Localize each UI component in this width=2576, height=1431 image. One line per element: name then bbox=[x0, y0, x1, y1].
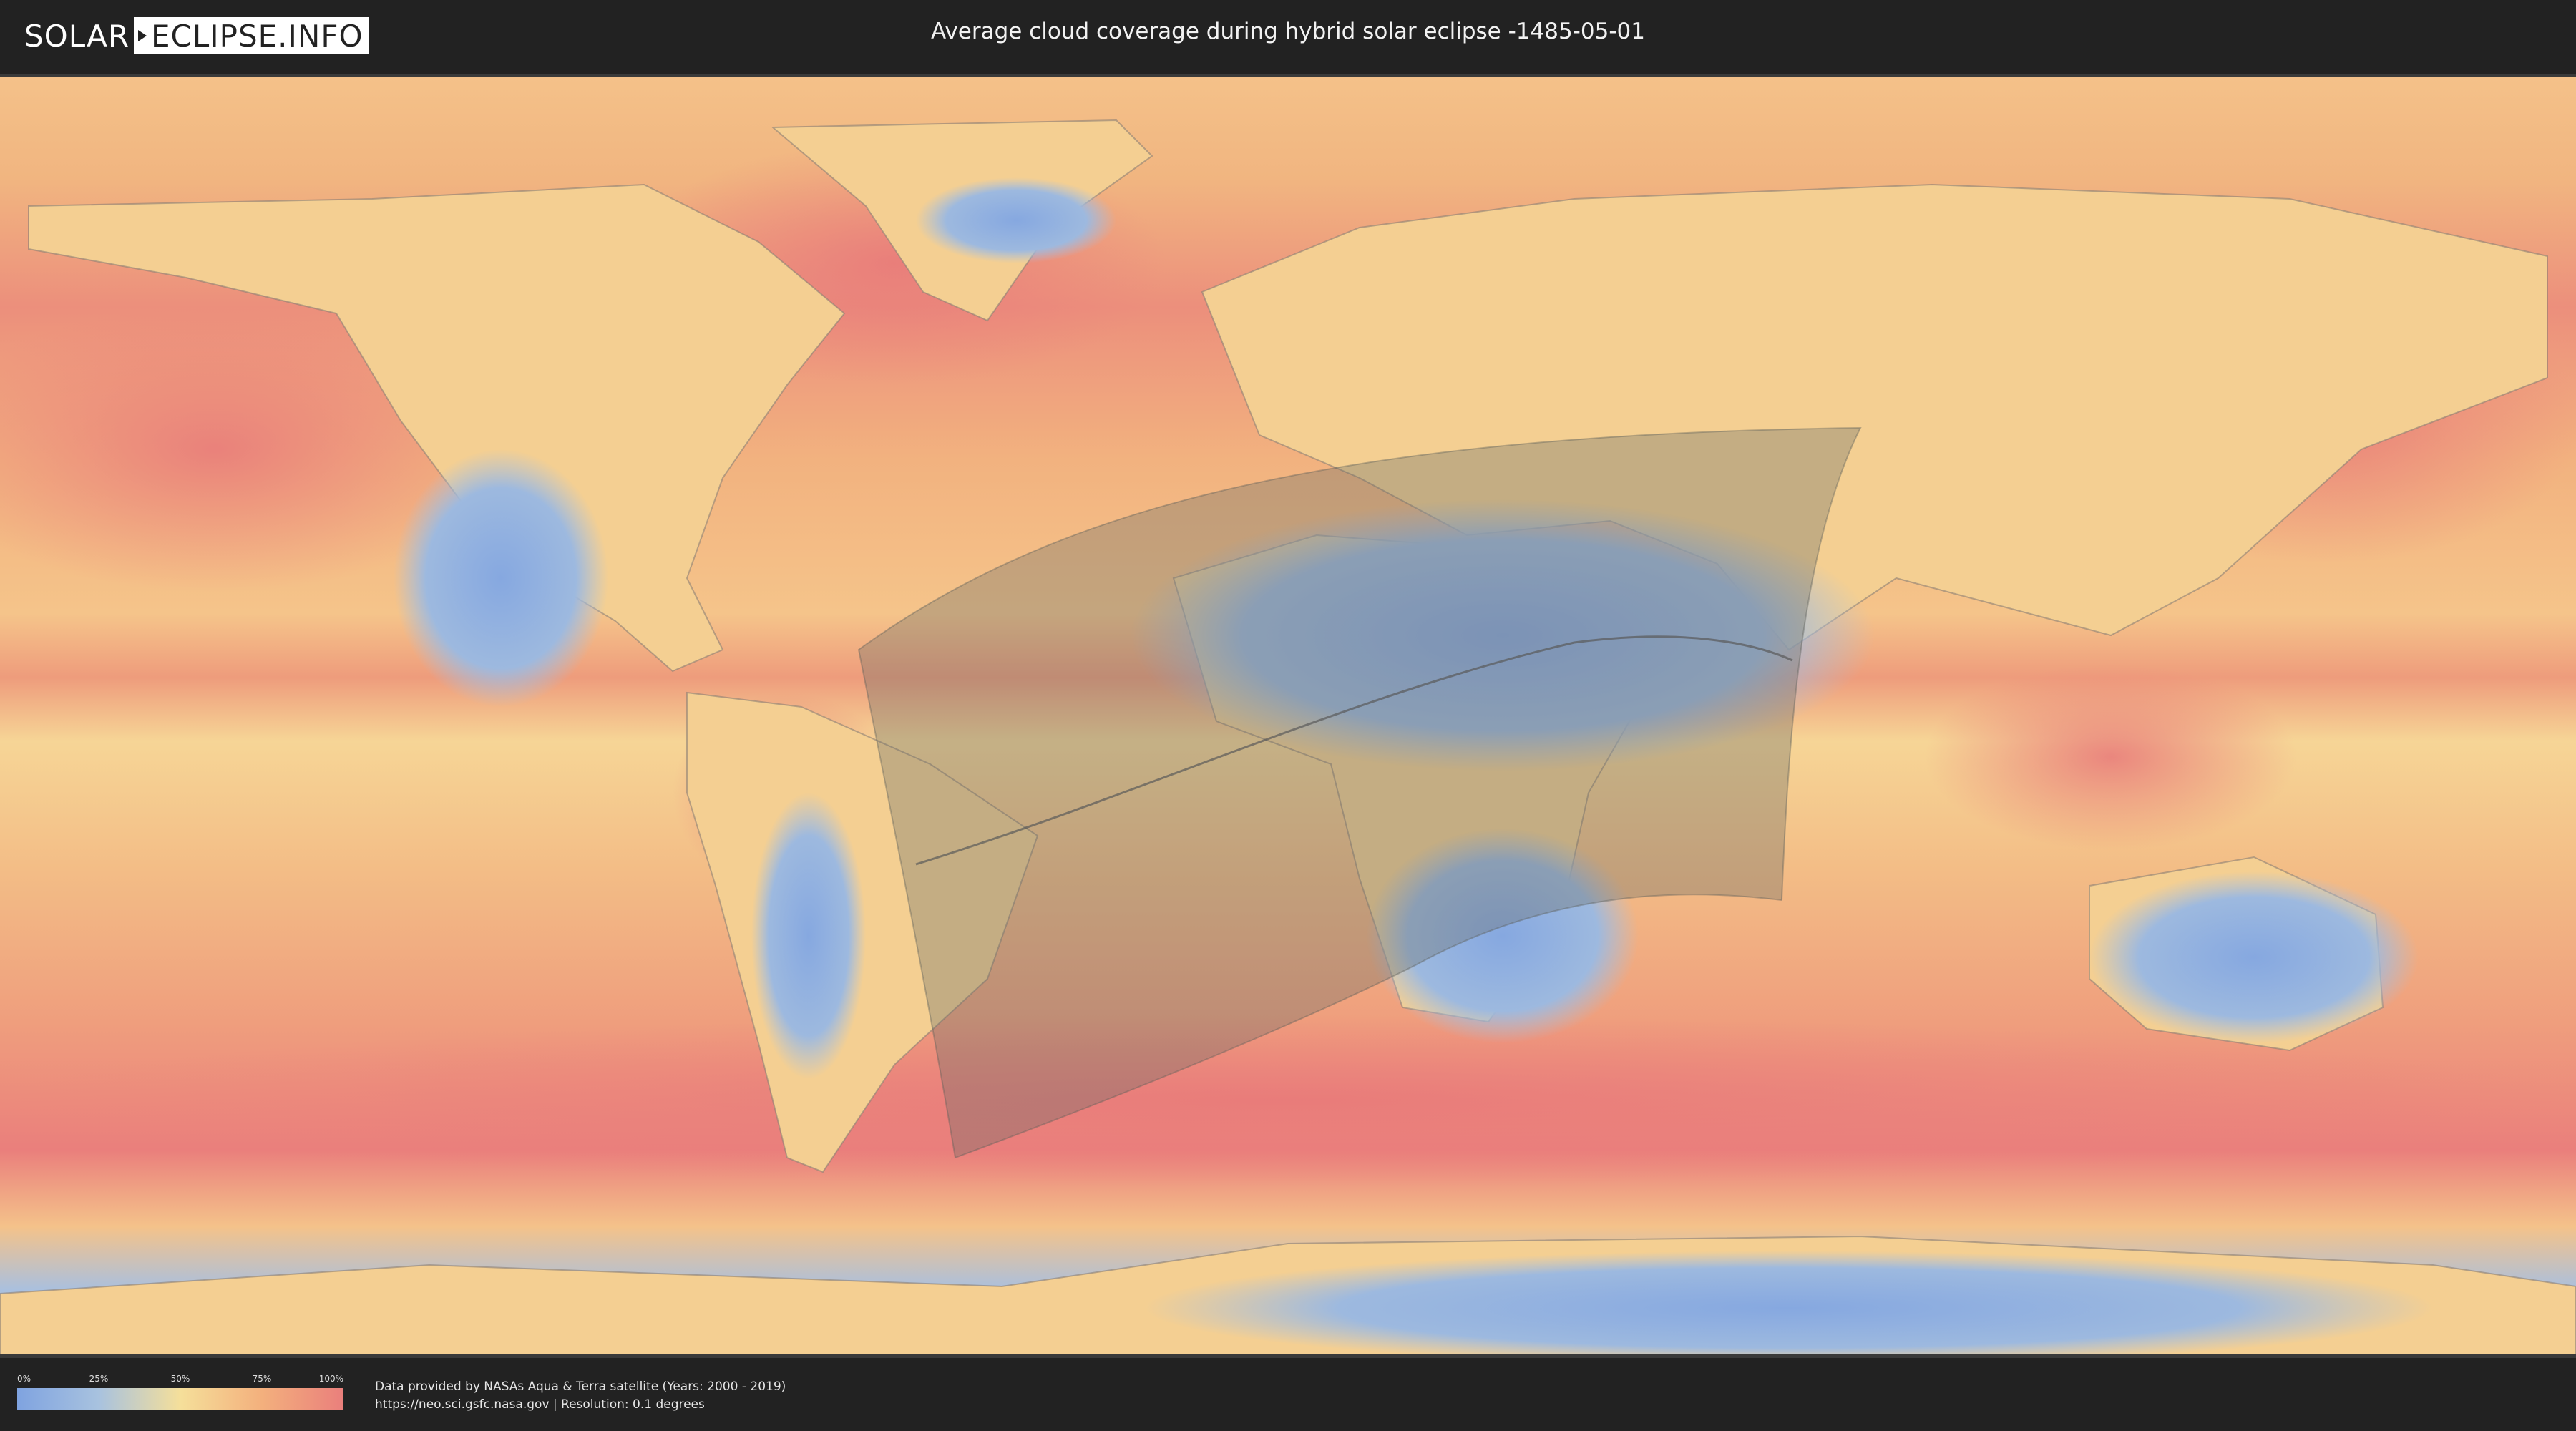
clear-south-america-west bbox=[751, 793, 866, 1079]
legend-tick-75: 75% bbox=[252, 1374, 272, 1384]
clear-greenland bbox=[916, 177, 1116, 263]
legend-tick-100: 100% bbox=[318, 1374, 343, 1384]
legend-tick-labels: 0% 25% 50% 75% 100% bbox=[17, 1374, 343, 1387]
header-bar: SOLAR ECLIPSE.INFO Average cloud coverag… bbox=[0, 0, 2576, 72]
cloud-coverage-map[interactable] bbox=[0, 74, 2576, 1358]
legend-tick-25: 25% bbox=[89, 1374, 109, 1384]
page-title: Average cloud coverage during hybrid sol… bbox=[931, 19, 1645, 44]
footer-bar: 0% 25% 50% 75% 100% Data provided by NAS… bbox=[0, 1358, 2576, 1431]
clear-sw-north-america bbox=[394, 449, 608, 707]
clear-australia bbox=[2089, 871, 2419, 1043]
credits-line-url[interactable]: https://neo.sci.gsfc.nasa.gov | Resoluti… bbox=[375, 1396, 786, 1414]
data-credits: Data provided by NASAs Aqua & Terra sate… bbox=[375, 1378, 786, 1414]
credits-line-source: Data provided by NASAs Aqua & Terra sate… bbox=[375, 1379, 786, 1394]
cloud-coverage-legend: 0% 25% 50% 75% 100% bbox=[17, 1374, 343, 1410]
legend-tick-0: 0% bbox=[17, 1374, 31, 1384]
legend-tick-50: 50% bbox=[170, 1374, 190, 1384]
world-map-svg bbox=[0, 77, 2576, 1354]
legend-color-bar bbox=[17, 1388, 343, 1410]
